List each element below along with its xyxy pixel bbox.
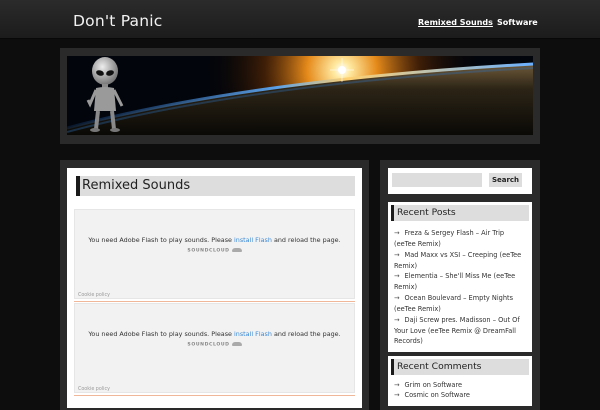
soundcloud-cloud-icon [231, 248, 242, 252]
list-item: → Ocean Boulevard – Empty Nights (eeTee R… [394, 293, 526, 314]
arrow-right-icon: → [394, 229, 400, 237]
recent-post-link[interactable]: Elementia – She'll Miss Me (eeTee Remix) [394, 272, 515, 291]
soundcloud-logo: SOUNDCLOUD [75, 248, 354, 254]
embed-separator [74, 301, 355, 302]
comment-post-link[interactable]: Software [441, 391, 470, 399]
page-title: Remixed Sounds [82, 178, 191, 193]
arrow-right-icon: → [394, 251, 400, 259]
recent-post-link[interactable]: Ocean Boulevard – Empty Nights (eeTee Re… [394, 294, 513, 313]
recent-posts-widget: Recent Posts → Freza & Sergey Flash – Air… [388, 202, 532, 352]
recent-post-link[interactable]: Freza & Sergey Flash – Air Trip (eeTee R… [394, 229, 504, 248]
search-input[interactable] [392, 173, 482, 187]
recent-post-link[interactable]: Daji Screw pres. Madisson – Out Of Your … [394, 316, 520, 345]
soundcloud-logo: SOUNDCLOUD [75, 342, 354, 348]
list-item: → Freza & Sergey Flash – Air Trip (eeTee … [394, 228, 526, 249]
comment-author-link[interactable]: Grim [405, 381, 421, 389]
flash-message: You need Adobe Flash to play sounds. Ple… [88, 330, 341, 338]
arrow-right-icon: → [394, 294, 400, 302]
arrow-right-icon: → [394, 391, 400, 399]
install-flash-link[interactable]: install Flash [234, 330, 272, 338]
embed-separator [74, 395, 355, 396]
widget-title: Recent Posts [397, 207, 456, 218]
arrow-right-icon: → [394, 316, 400, 324]
recent-comments-widget: Recent Comments → Grim on Software → Cosmi… [388, 356, 532, 406]
soundcloud-embed[interactable]: You need Adobe Flash to play sounds. Ple… [74, 303, 355, 393]
comment-author-link[interactable]: Cosmic [405, 391, 429, 399]
site-title[interactable]: Don't Panic [73, 12, 163, 30]
list-item: → Mad Maxx vs XSI – Creeping (eeTee Remix… [394, 250, 526, 271]
cookie-policy-link[interactable]: Cookie policy [78, 293, 110, 298]
cookie-policy-link[interactable]: Cookie policy [78, 387, 110, 392]
flash-message: You need Adobe Flash to play sounds. Ple… [88, 236, 341, 244]
search-button[interactable]: Search [489, 173, 522, 187]
list-item: → Elementia – She'll Miss Me (eeTee Remix… [394, 271, 526, 292]
arrow-right-icon: → [394, 381, 400, 389]
nav-item-software[interactable]: Software [497, 18, 538, 27]
list-item: → Grim on Software [394, 381, 463, 389]
soundcloud-cloud-icon [231, 342, 242, 346]
arrow-right-icon: → [394, 272, 400, 280]
comment-post-link[interactable]: Software [433, 381, 462, 389]
install-flash-link[interactable]: install Flash [234, 236, 272, 244]
list-item: → Daji Screw pres. Madisson – Out Of Your… [394, 315, 526, 347]
recent-post-link[interactable]: Mad Maxx vs XSI – Creeping (eeTee Remix) [394, 251, 521, 270]
nav-item-remixed-sounds[interactable]: Remixed Sounds [418, 18, 493, 27]
header-banner-image [67, 56, 533, 135]
widget-title: Recent Comments [397, 361, 482, 372]
top-bar: Don't Panic Remixed Sounds Software [0, 0, 600, 39]
soundcloud-embed[interactable]: You need Adobe Flash to play sounds. Ple… [74, 209, 355, 299]
list-item: → Cosmic on Software [394, 391, 470, 399]
